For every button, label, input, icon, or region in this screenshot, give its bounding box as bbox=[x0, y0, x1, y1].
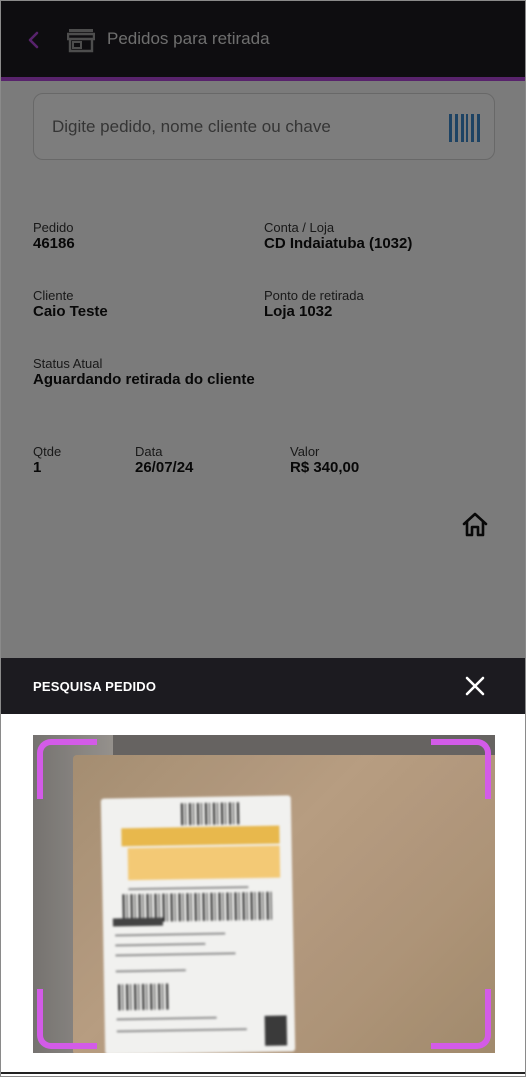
field-ponto-retirada: Ponto de retirada Loja 1032 bbox=[264, 288, 364, 321]
app-bar: Pedidos para retirada bbox=[1, 1, 525, 77]
close-icon bbox=[465, 676, 485, 696]
valor-value: R$ 340,00 bbox=[290, 459, 360, 476]
data-label: Data bbox=[135, 444, 163, 459]
scan-frame-corner bbox=[37, 989, 97, 1049]
field-conta-loja: Conta / Loja CD Indaiatuba (1032) bbox=[264, 220, 412, 253]
back-button[interactable] bbox=[19, 25, 49, 55]
data-value: 26/07/24 bbox=[135, 459, 194, 476]
field-qtde: Qtde 1 bbox=[33, 444, 61, 477]
bottom-divider bbox=[1, 1072, 525, 1074]
page-title: Pedidos para retirada bbox=[107, 29, 270, 48]
conta-loja-value: CD Indaiatuba (1032) bbox=[264, 235, 413, 252]
cliente-value: Caio Teste bbox=[33, 303, 108, 320]
scan-frame-corner bbox=[431, 989, 491, 1049]
field-status: Status Atual Aguardando retirada do clie… bbox=[33, 356, 255, 389]
qtde-value: 1 bbox=[33, 459, 42, 476]
barcode-icon[interactable] bbox=[449, 114, 481, 142]
status-value: Aguardando retirada do cliente bbox=[33, 371, 255, 388]
close-button[interactable] bbox=[461, 672, 489, 700]
scan-frame-corner bbox=[431, 739, 491, 799]
home-icon[interactable] bbox=[461, 511, 489, 537]
sheet-title: PESQUISA PEDIDO bbox=[33, 679, 157, 694]
pedido-label: Pedido bbox=[33, 220, 74, 235]
app-screen: Pedidos para retirada Pedido 46186 Conta… bbox=[0, 0, 526, 1077]
status-label: Status Atual bbox=[33, 356, 103, 371]
conta-loja-label: Conta / Loja bbox=[264, 220, 335, 235]
search-input[interactable] bbox=[52, 112, 432, 142]
ponto-retirada-value: Loja 1032 bbox=[264, 303, 333, 320]
valor-label: Valor bbox=[290, 444, 320, 459]
field-data: Data 26/07/24 bbox=[135, 444, 193, 477]
store-icon bbox=[67, 29, 95, 53]
ponto-retirada-label: Ponto de retirada bbox=[264, 288, 364, 303]
order-details-panel: Pedido 46186 Conta / Loja CD Indaiatuba … bbox=[1, 81, 525, 658]
pedido-value: 46186 bbox=[33, 235, 75, 252]
chevron-left-icon bbox=[28, 31, 39, 49]
field-valor: Valor R$ 340,00 bbox=[290, 444, 359, 477]
scan-frame-corner bbox=[37, 739, 97, 799]
cliente-label: Cliente bbox=[33, 288, 74, 303]
field-pedido: Pedido 46186 bbox=[33, 220, 75, 253]
search-sheet-header: PESQUISA PEDIDO bbox=[1, 658, 525, 714]
search-box bbox=[33, 93, 495, 160]
camera-preview[interactable] bbox=[33, 735, 495, 1053]
qtde-label: Qtde bbox=[33, 444, 62, 459]
field-cliente: Cliente Caio Teste bbox=[33, 288, 108, 321]
